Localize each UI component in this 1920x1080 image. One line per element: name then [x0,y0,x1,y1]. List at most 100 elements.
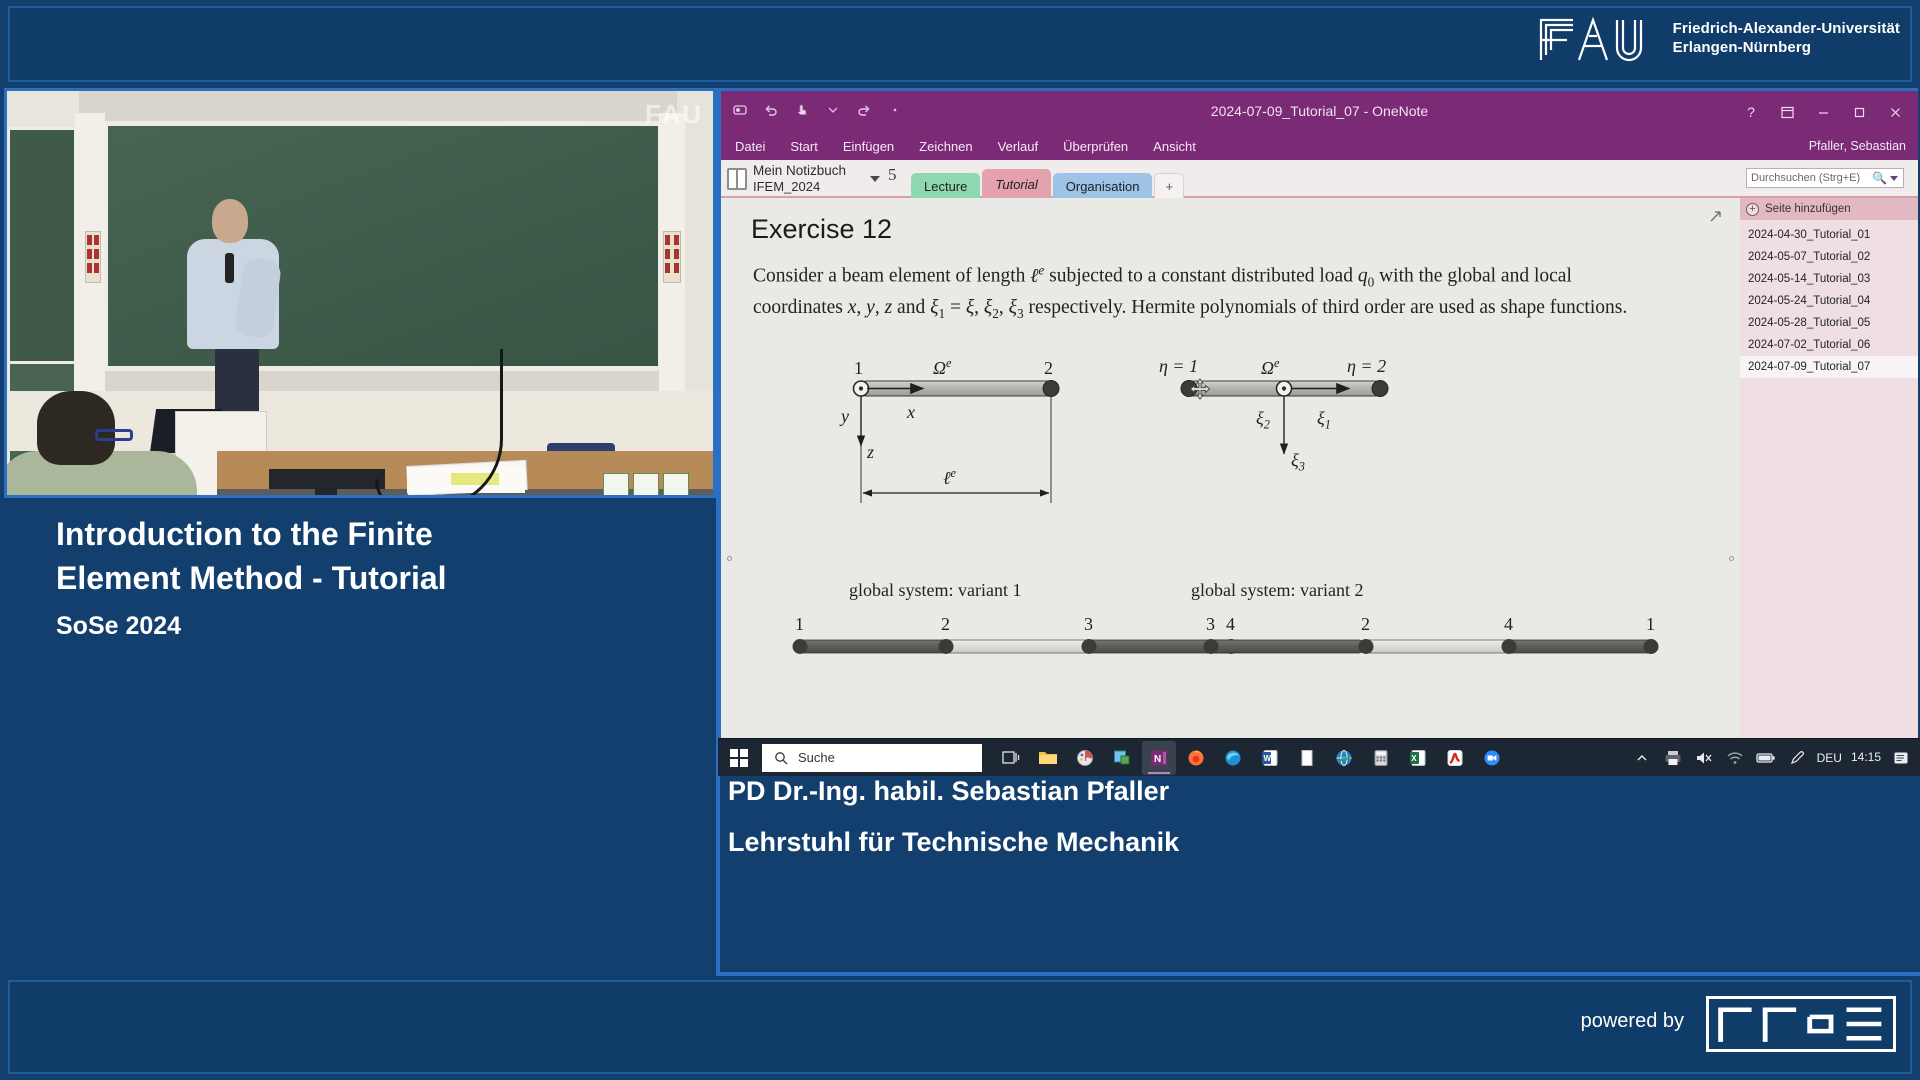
excel-icon[interactable]: X [1401,741,1435,775]
ribbon-display-options-icon[interactable] [1770,99,1804,125]
notepad-icon[interactable] [1290,741,1324,775]
page-title[interactable]: Exercise 12 [751,214,892,245]
help-icon[interactable]: ? [1734,99,1768,125]
section-tab-lecture[interactable]: Lecture [911,173,981,200]
notebook-dropdown-icon[interactable] [870,176,880,182]
onenote-icon[interactable]: N [1142,740,1176,775]
firefox-icon[interactable] [1179,741,1213,775]
page-list-item[interactable]: 2024-05-24_Tutorial_04 [1740,290,1918,312]
notebook-name-block[interactable]: Mein Notizbuch IFEM_2024 [753,162,846,196]
page-list-item[interactable]: 2024-05-07_Tutorial_02 [1740,246,1918,268]
menu-datei[interactable]: Datei [731,137,769,156]
system-tray[interactable]: DEU 14:15 [1631,747,1920,769]
keyboard-language[interactable]: DEU [1817,751,1842,765]
minimize-button[interactable] [1806,99,1840,125]
university-name: Friedrich-Alexander-Universität Erlangen… [1673,20,1900,58]
task-view-icon[interactable] [994,741,1028,775]
para-part-1: Consider a beam element of length [753,265,1031,287]
taskbar-search-box[interactable]: Suche [762,743,982,772]
wifi-icon[interactable] [1724,747,1746,769]
taskbar-app-icons[interactable]: N W X [994,740,1509,775]
close-button[interactable] [1878,99,1912,125]
restore-button[interactable] [1842,99,1876,125]
menu-ueberpruefen[interactable]: Überprüfen [1059,137,1132,156]
university-name-line1: Friedrich-Alexander-Universität [1672,20,1900,38]
add-page-button[interactable]: + Seite hinzufügen [1740,198,1918,220]
zoom-icon[interactable] [1475,741,1509,775]
tray-chevron-icon[interactable] [1631,747,1653,769]
presenter-block: PD Dr.-Ing. habil. Sebastian Pfaller Leh… [728,776,1428,858]
xi-symbol: ξ [965,296,975,318]
para-part-4: and [892,296,931,318]
xi3-sub: 3 [1017,305,1024,321]
page-handle-left[interactable] [727,556,732,561]
pen-icon[interactable] [1786,747,1808,769]
page-handle-right[interactable] [1729,556,1734,561]
section-tabs[interactable]: Lecture Tutorial Organisation + [911,169,1186,200]
xi3-symbol: ξ [1008,296,1018,318]
taskbar-clock[interactable]: 14:15 [1851,751,1881,764]
xi2-sub: 2 [992,305,999,321]
onenote-menubar[interactable]: Datei Start Einfügen Zeichnen Verlauf Üb… [721,133,1918,160]
add-section-button[interactable]: + [1154,173,1185,200]
plus-icon: + [1746,202,1759,216]
beam-diagram-area[interactable]: 1 2 Ωe y x z ℓe η = 1 η = 2 Ωe ξ1 ξ2 ξ3 [721,356,1740,738]
printer-icon[interactable] [1662,747,1684,769]
lecture-hall-scene: FAU [7,91,713,495]
account-name[interactable]: Pfaller, Sebastian [1809,139,1906,153]
menu-einfuegen[interactable]: Einfügen [839,137,898,156]
search-dropdown-icon[interactable] [1890,176,1898,181]
side-blackboard [7,127,77,397]
paint-icon[interactable] [1068,741,1102,775]
window-controls[interactable]: ? [1734,99,1912,125]
onenote-search-box[interactable]: Durchsuchen (Strg+E) 🔍 [1746,168,1904,188]
file-explorer-icon[interactable] [1031,741,1065,775]
menu-verlauf[interactable]: Verlauf [994,137,1042,156]
exercise-paragraph[interactable]: Consider a beam element of length ℓe sub… [753,260,1658,324]
search-icon [775,751,788,764]
page-list-panel[interactable]: + Seite hinzufügen 2024-04-30_Tutorial_0… [1740,198,1918,738]
section-tab-tutorial[interactable]: Tutorial [982,169,1051,200]
page-list-item[interactable]: 2024-07-02_Tutorial_06 [1740,334,1918,356]
notebook-count: 5 [888,165,897,184]
microphone-icon [225,253,234,283]
page-list-item[interactable]: 2024-05-14_Tutorial_03 [1740,268,1918,290]
lecture-video-panel[interactable]: FAU [4,88,716,498]
menu-start[interactable]: Start [786,137,821,156]
page-list-item[interactable]: 2024-04-30_Tutorial_01 [1740,224,1918,246]
windows-taskbar[interactable]: Suche N W X DEU 14:15 [718,738,1920,776]
section-tab-organisation[interactable]: Organisation [1052,173,1153,200]
diagram2-eta-right-label: η = 2 [1347,356,1387,376]
notebook-subname[interactable]: IFEM_2024 [753,179,846,196]
page-list-item[interactable]: 2024-05-28_Tutorial_05 [1740,312,1918,334]
start-button[interactable] [718,739,760,777]
search-icon[interactable]: 🔍 [1872,171,1887,185]
menu-items[interactable]: Datei Start Einfügen Zeichnen Verlauf Üb… [731,137,1200,156]
edge-icon[interactable] [1216,741,1250,775]
volume-muted-icon[interactable] [1693,747,1715,769]
browser-icon[interactable] [1327,741,1361,775]
calculator-icon[interactable] [1364,741,1398,775]
menu-ansicht[interactable]: Ansicht [1149,137,1200,156]
menu-zeichnen[interactable]: Zeichnen [915,137,976,156]
expand-page-icon[interactable] [1704,206,1726,226]
note-page-canvas[interactable]: Exercise 12 Consider a beam element of l… [721,198,1740,738]
diagram2-xi2-label: ξ2 [1256,408,1270,432]
page-list-item-selected[interactable]: 2024-07-09_Tutorial_07 [1740,356,1918,378]
notebook-bar[interactable]: Mein Notizbuch IFEM_2024 5 Lecture Tutor… [721,160,1918,200]
word-icon[interactable]: W [1253,741,1287,775]
snipping-tool-icon[interactable] [1105,741,1139,775]
svg-text:X: X [1411,754,1417,763]
rrze-logo-icon [1706,996,1896,1052]
variant1-node-1: 1 [795,614,804,634]
onenote-titlebar[interactable]: 2024-07-09_Tutorial_07 - OneNote ? [721,91,1918,133]
battery-icon[interactable] [1755,747,1777,769]
presenter-name: PD Dr.-Ing. habil. Sebastian Pfaller [728,776,1170,806]
notification-icon[interactable] [1890,747,1912,769]
onenote-window[interactable]: 2024-07-09_Tutorial_07 - OneNote ? Datei… [718,88,1918,738]
acrobat-icon[interactable] [1438,741,1472,775]
variant1-node-2: 2 [941,614,950,634]
notebook-icon[interactable] [727,168,747,190]
notebook-name[interactable]: Mein Notizbuch [753,162,846,179]
variant2-node-2: 2 [1361,614,1370,634]
